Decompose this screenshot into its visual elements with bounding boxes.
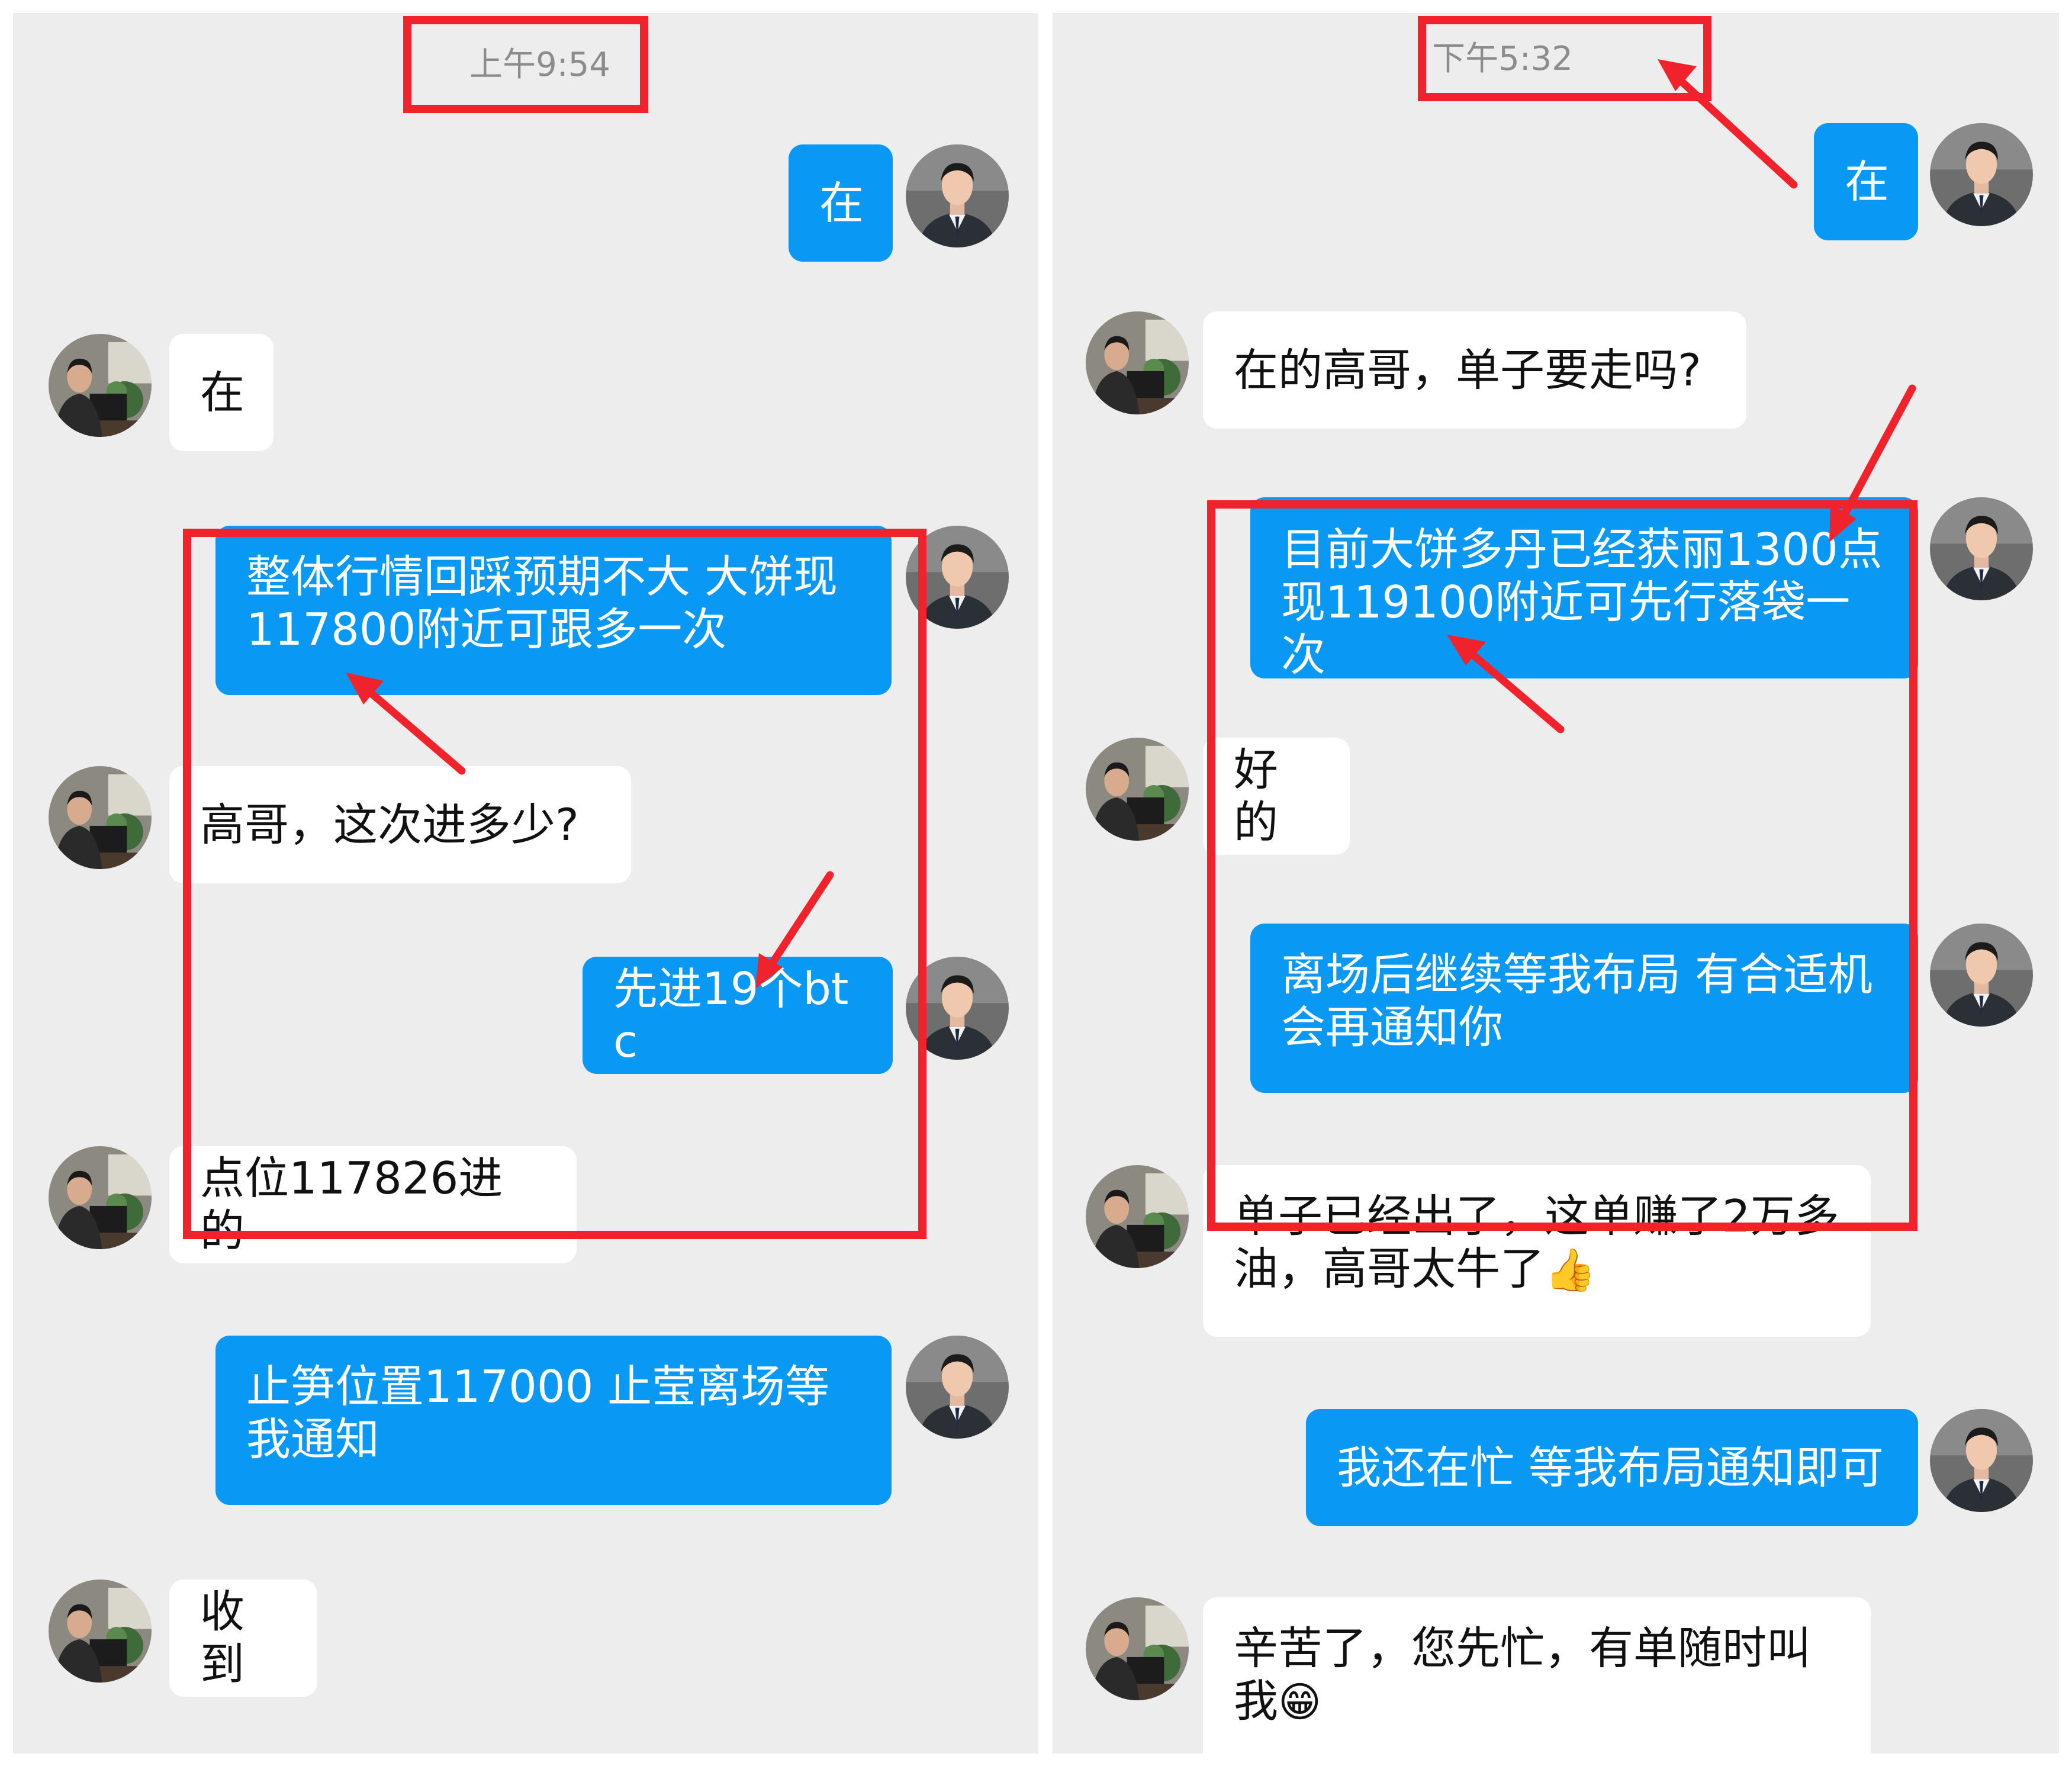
contact-avatar[interactable] [49, 1580, 152, 1683]
contact-avatar[interactable] [1086, 1597, 1189, 1700]
message-text: 单子已经出了，这单赚了2万多油，高哥太牛了 [1234, 1190, 1839, 1295]
contact-avatar[interactable] [49, 766, 152, 869]
my-avatar[interactable] [1930, 924, 2033, 1027]
my-avatar[interactable] [906, 1336, 1009, 1439]
my-avatar[interactable] [1930, 123, 2033, 226]
outgoing-message[interactable]: 止笋位置117000 止莹离场等我通知 [215, 1336, 892, 1505]
my-avatar[interactable] [1930, 1409, 2033, 1512]
contact-avatar[interactable] [1086, 1165, 1189, 1268]
my-avatar[interactable] [906, 144, 1009, 247]
incoming-message[interactable]: 收到 [169, 1580, 317, 1697]
chat-panel-right[interactable]: 下午5:32 在 在的高哥，单子要走吗? 目前大饼多丹已经获丽1300点现119… [1053, 13, 2059, 1754]
outgoing-message[interactable]: 我还在忙 等我布局通知即可 [1306, 1409, 1918, 1526]
outgoing-message[interactable]: 目前大饼多丹已经获丽1300点现119100附近可先行落袋一次 [1250, 497, 1918, 681]
incoming-message[interactable]: 在的高哥，单子要走吗? [1203, 311, 1746, 429]
outgoing-message[interactable]: 离场后继续等我布局 有合适机会再通知你 [1250, 924, 1918, 1093]
my-avatar[interactable] [1930, 497, 2033, 600]
outgoing-message[interactable]: 整体行情回踩预期不大 大饼现117800附近可跟多一次 [215, 526, 892, 695]
outgoing-message[interactable]: 在 [1814, 123, 1918, 240]
my-avatar[interactable] [906, 957, 1009, 1060]
contact-avatar[interactable] [49, 334, 152, 437]
grinning-emoji-icon: 😁 [1278, 1678, 1321, 1726]
incoming-message[interactable]: 辛苦了，您先忙，有单随时叫我😁 [1203, 1597, 1871, 1754]
incoming-message[interactable]: 点位117826进的 [169, 1146, 577, 1263]
thumbs-up-emoji-icon: 👍 [1545, 1246, 1597, 1294]
outgoing-message[interactable]: 在 [789, 144, 893, 262]
my-avatar[interactable] [906, 526, 1009, 629]
outgoing-message[interactable]: 先进19个btc [583, 957, 893, 1074]
contact-avatar[interactable] [1086, 738, 1189, 841]
timestamp: 下午5:32 [1432, 40, 1573, 78]
timestamp: 上午9:54 [469, 46, 610, 84]
contact-avatar[interactable] [1086, 311, 1189, 414]
chat-panel-left[interactable]: 上午9:54 在 在 整体行情回踩预期不大 大饼现117800附近可跟多一次 高… [13, 13, 1038, 1754]
incoming-message[interactable]: 好的 [1203, 738, 1350, 855]
contact-avatar[interactable] [49, 1146, 152, 1249]
incoming-message[interactable]: 在 [169, 334, 274, 451]
incoming-message[interactable]: 高哥，这次进多少? [169, 766, 631, 883]
incoming-message[interactable]: 单子已经出了，这单赚了2万多油，高哥太牛了👍 [1203, 1165, 1871, 1337]
